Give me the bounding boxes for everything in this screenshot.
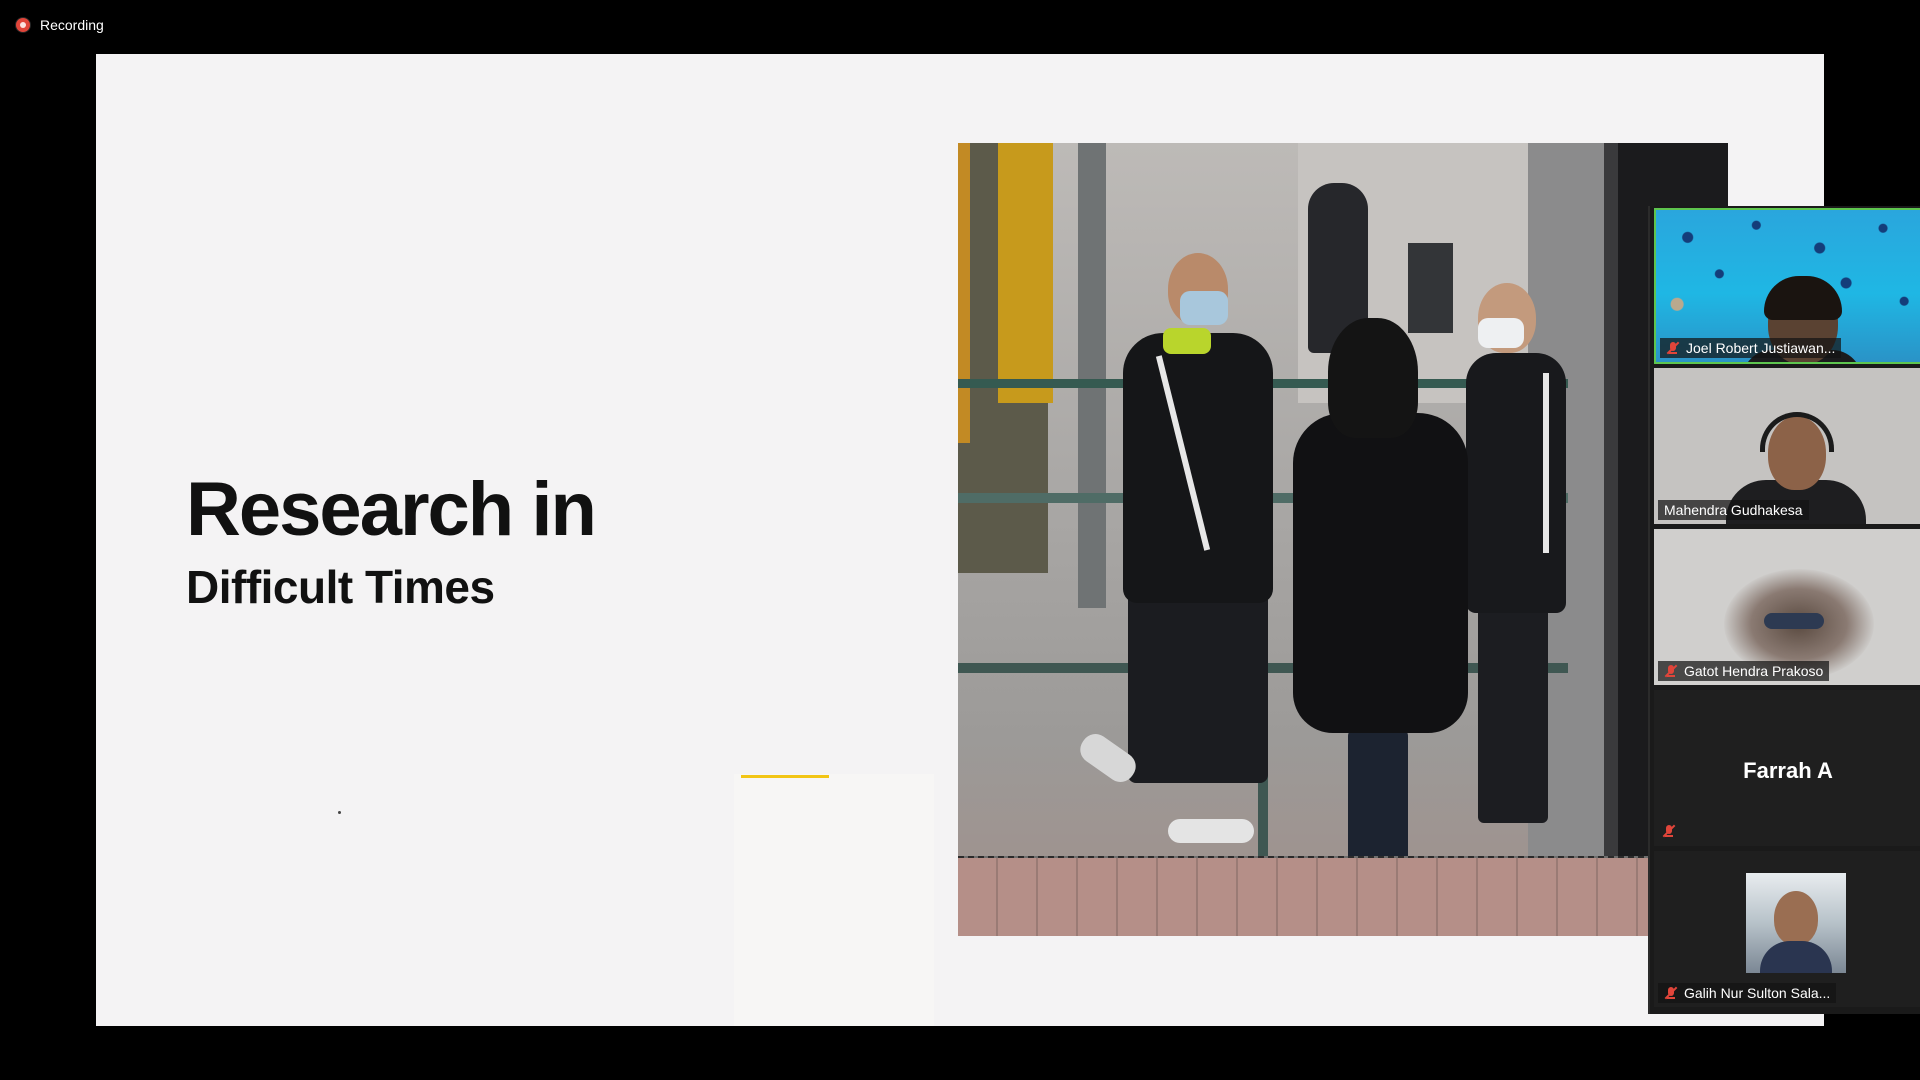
participant-name: Mahendra Gudhakesa <box>1664 502 1803 518</box>
slide-title: Research in <box>186 467 597 552</box>
participant-tile[interactable]: Gatot Hendra Prakoso <box>1654 529 1920 685</box>
mic-muted-icon <box>1664 986 1678 1000</box>
slide-accent-line <box>741 775 829 778</box>
slide-subtitle: Difficult Times <box>186 561 495 613</box>
participant-name-label: Gatot Hendra Prakoso <box>1658 661 1830 681</box>
mic-muted-icon <box>1666 341 1680 355</box>
record-icon <box>16 18 30 32</box>
participant-tile[interactable]: Mahendra Gudhakesa <box>1654 368 1920 524</box>
participant-tile[interactable]: Joel Robert Justiawan... <box>1654 208 1920 364</box>
recording-label: Recording <box>40 17 104 33</box>
mic-muted-icon <box>1662 824 1676 838</box>
participant-name-label: Galih Nur Sulton Sala... <box>1658 983 1837 1003</box>
headset-icon <box>1760 412 1834 452</box>
mic-muted-icon <box>1664 664 1678 678</box>
slide-photo <box>958 143 1728 936</box>
recording-indicator[interactable]: Recording <box>16 14 104 36</box>
participant-name: Gatot Hendra Prakoso <box>1684 663 1824 679</box>
slide-dot <box>338 811 341 814</box>
participant-name-label: Joel Robert Justiawan... <box>1660 338 1842 358</box>
participant-name: Joel Robert Justiawan... <box>1686 340 1836 356</box>
avatar <box>1746 873 1846 973</box>
participant-tile[interactable]: Farrah A <box>1654 690 1920 846</box>
participant-name-label: Mahendra Gudhakesa <box>1658 500 1809 520</box>
slide-decor-panel <box>734 774 934 1026</box>
participant-name: Galih Nur Sulton Sala... <box>1684 985 1831 1001</box>
participant-tile[interactable]: Galih Nur Sulton Sala... <box>1654 851 1920 1007</box>
shared-slide: Research in Difficult Times <box>96 54 1824 1026</box>
participant-name: Farrah A <box>1743 758 1833 783</box>
participant-gallery: Joel Robert Justiawan... Mahendra Gudhak… <box>1648 206 1920 1014</box>
